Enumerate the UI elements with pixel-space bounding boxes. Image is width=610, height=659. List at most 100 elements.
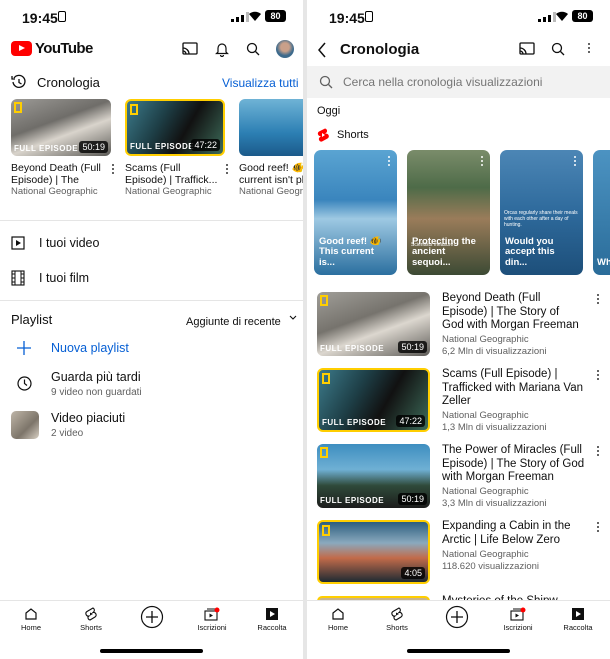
short-more-options-icon[interactable] <box>481 156 484 166</box>
nav-create[interactable] <box>127 605 177 631</box>
nav-subscriptions[interactable]: Iscrizioni <box>493 607 543 632</box>
short-caption: Wh sca <box>597 256 610 268</box>
history-video-thumbnail[interactable] <box>239 99 303 156</box>
screenshot-pair: 19:45 80 YouTube Cronologia Visualizza t… <box>0 0 610 659</box>
full-episode-badge: FULL EPISODE <box>322 418 387 427</box>
history-video-title[interactable]: Beyond Death (Full Episode) | The Sto... <box>11 162 106 186</box>
playlist-section-title: Playlist <box>11 312 53 327</box>
video-duration: 50:19 <box>398 493 427 505</box>
short-card[interactable]: Scientists measure Protecting the ancien… <box>407 150 490 275</box>
history-video-channel: National Geographic <box>442 549 529 560</box>
nav-home[interactable]: Home <box>6 607 56 632</box>
history-video-views: 1,3 Mln di visualizzazioni <box>442 422 547 433</box>
history-icon <box>11 74 26 88</box>
natgeo-logo <box>14 102 22 113</box>
your-videos-item[interactable]: I tuoi video <box>0 230 303 256</box>
clock-icon <box>17 376 32 391</box>
history-video-title[interactable]: Good reef! 🐠 current isn't pl <box>239 162 303 186</box>
nav-shorts[interactable]: Shorts <box>66 607 116 632</box>
short-card[interactable]: Good reef! 🐠 This current is... <box>314 150 397 275</box>
nav-library-label: Raccolta <box>563 623 593 632</box>
nav-shorts-label: Shorts <box>80 623 102 632</box>
wifi-icon <box>249 11 261 21</box>
home-icon <box>25 608 37 620</box>
orientation-lock-icon <box>58 11 66 22</box>
status-bar: 19:45 80 <box>0 0 303 34</box>
history-section-title[interactable]: Cronologia <box>37 75 100 90</box>
new-playlist-item[interactable]: Nuova playlist <box>0 338 303 360</box>
history-video-thumbnail[interactable]: FULL EPISODE 47:22 <box>317 368 430 432</box>
back-arrow-icon[interactable] <box>317 42 327 58</box>
video-more-options-icon[interactable] <box>597 370 600 380</box>
history-search-bar[interactable] <box>307 66 610 98</box>
playlist-sort-dropdown[interactable]: Aggiunte di recente <box>186 312 297 328</box>
nav-shorts[interactable]: Shorts <box>372 607 422 632</box>
nav-create[interactable] <box>432 605 482 631</box>
more-options-icon[interactable] <box>588 43 591 53</box>
video-more-options-icon[interactable] <box>112 164 115 174</box>
library-icon <box>266 608 278 620</box>
view-all-link[interactable]: Visualizza tutti <box>222 76 298 90</box>
history-video-thumbnail[interactable]: FULL EPISODE 47:22 <box>125 99 225 156</box>
history-video-thumbnail[interactable]: FULL EPISODE 50:19 <box>11 99 111 156</box>
history-video-title[interactable]: Scams (Full Episode) | Traffick... <box>125 162 220 186</box>
history-search-input[interactable] <box>343 72 603 92</box>
short-card[interactable]: Orcas regularly share their meals with e… <box>500 150 583 275</box>
search-icon[interactable] <box>551 42 565 56</box>
history-video-thumbnail[interactable]: FULL EPISODE 50:19 <box>317 444 430 508</box>
video-more-options-icon[interactable] <box>597 294 600 304</box>
cast-icon[interactable] <box>182 42 198 56</box>
nav-home[interactable]: Home <box>313 607 363 632</box>
history-video-title[interactable]: Beyond Death (Full Episode) | The Story … <box>442 292 584 333</box>
video-more-options-icon[interactable] <box>597 522 600 532</box>
full-episode-badge: FULL EPISODE <box>320 344 385 353</box>
natgeo-logo <box>322 373 330 384</box>
orientation-lock-icon <box>365 11 373 22</box>
shorts-icon <box>85 607 97 621</box>
subscriptions-icon <box>204 607 220 621</box>
nav-library[interactable]: Raccolta <box>553 607 603 632</box>
full-episode-badge: FULL EPISODE <box>14 144 79 153</box>
watch-later-count: 9 video non guardati <box>51 387 142 398</box>
wifi-icon <box>556 11 568 21</box>
history-video-title[interactable]: Expanding a Cabin in the Arctic | Life B… <box>442 520 584 547</box>
subscriptions-icon <box>510 607 526 621</box>
liked-videos-item[interactable]: Video piaciuti 2 video <box>0 409 303 441</box>
short-overlay-text: Orcas regularly share their meals with e… <box>504 210 578 228</box>
chevron-down-icon <box>289 315 297 320</box>
notifications-bell-icon[interactable] <box>215 41 229 57</box>
short-card[interactable]: Wh sca <box>593 150 610 275</box>
search-icon[interactable] <box>246 42 260 56</box>
short-more-options-icon[interactable] <box>574 156 577 166</box>
history-video-thumbnail[interactable]: 4:05 <box>317 520 430 584</box>
playlist-sort-label: Aggiunte di recente <box>186 316 281 328</box>
video-more-options-icon[interactable] <box>226 164 229 174</box>
history-video-thumbnail[interactable]: FULL EPISODE 50:19 <box>317 292 430 356</box>
youtube-play-icon <box>11 41 32 56</box>
cast-icon[interactable] <box>519 42 535 56</box>
history-video-channel: National Geographic <box>442 486 529 497</box>
shorts-icon <box>391 607 403 621</box>
short-caption: Would you accept this din... <box>505 235 555 268</box>
section-divider <box>0 300 303 301</box>
nav-subscriptions-label: Iscrizioni <box>503 623 533 632</box>
nav-subscriptions[interactable]: Iscrizioni <box>187 607 237 632</box>
video-duration: 50:19 <box>79 141 108 153</box>
history-video-title[interactable]: The Power of Miracles (Full Episode) | T… <box>442 444 590 485</box>
account-avatar[interactable] <box>276 40 294 58</box>
liked-videos-thumbnail <box>11 411 39 439</box>
your-movies-label: I tuoi film <box>39 271 90 285</box>
short-more-options-icon[interactable] <box>388 156 391 166</box>
liked-videos-count: 2 video <box>51 428 84 439</box>
history-video-views: 118.620 visualizzazioni <box>442 561 539 572</box>
youtube-logo[interactable]: YouTube <box>11 40 93 57</box>
history-video-title[interactable]: Scams (Full Episode) | Trafficked with M… <box>442 368 584 409</box>
nav-library[interactable]: Raccolta <box>247 607 297 632</box>
video-duration: 4:05 <box>401 567 425 579</box>
cellular-signal-icon <box>538 12 556 22</box>
video-more-options-icon[interactable] <box>597 446 600 456</box>
video-duration: 47:22 <box>396 415 425 427</box>
your-movies-item[interactable]: I tuoi film <box>0 265 303 291</box>
natgeo-logo <box>322 525 330 536</box>
watch-later-item[interactable]: Guarda più tardi 9 video non guardati <box>0 368 303 400</box>
